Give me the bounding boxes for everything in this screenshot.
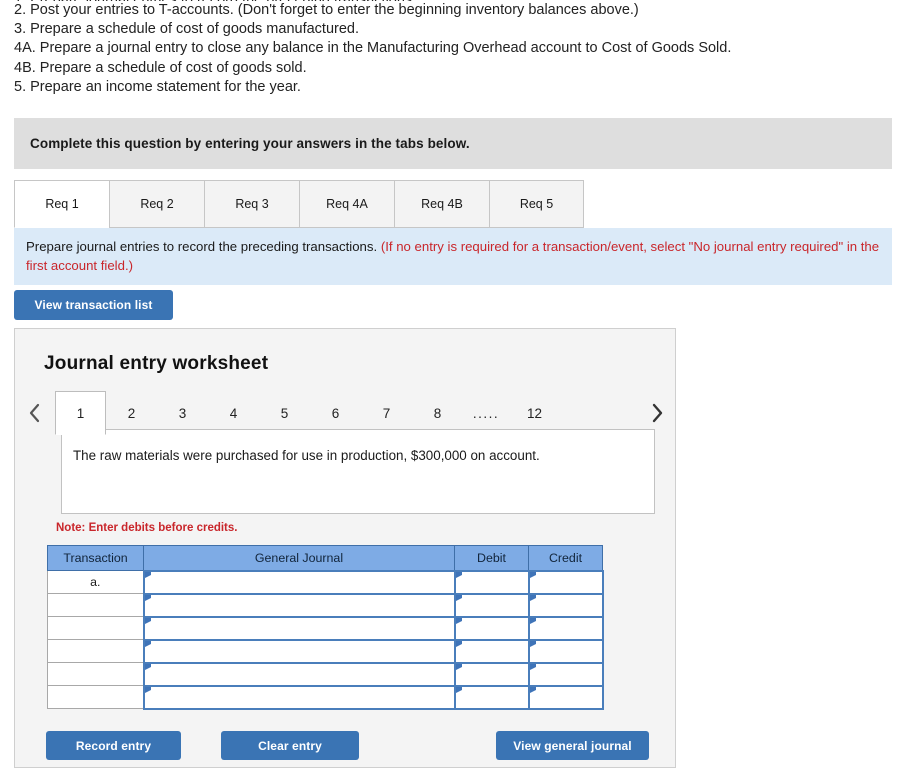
requirement-line-4a: 4A. Prepare a journal entry to close any…: [14, 39, 892, 58]
cell-transaction: [48, 640, 144, 663]
tab-req-4a[interactable]: Req 4A: [299, 180, 394, 228]
worksheet-title: Journal entry worksheet: [15, 329, 675, 375]
clear-entry-button[interactable]: Clear entry: [221, 731, 359, 760]
transaction-description-text: The raw materials were purchased for use…: [62, 430, 654, 465]
table-row: [48, 617, 603, 640]
cell-debit-input[interactable]: [455, 686, 529, 709]
cell-transaction: [48, 663, 144, 686]
requirements-list: 1. Prepare journal entries to record the…: [0, 0, 892, 97]
journal-entry-table: Transaction General Journal Debit Credit…: [47, 545, 604, 710]
cell-credit-input[interactable]: [529, 571, 603, 594]
dropdown-triangle-icon: [530, 618, 536, 624]
banner-text: Complete this question by entering your …: [14, 136, 470, 151]
tab-req-5[interactable]: Req 5: [489, 180, 584, 228]
requirement-tabs: Req 1 Req 2 Req 3 Req 4A Req 4B Req 5: [14, 180, 584, 228]
column-header-transaction: Transaction: [48, 546, 144, 571]
cell-credit-input[interactable]: [529, 663, 603, 686]
dropdown-triangle-icon: [456, 664, 462, 670]
requirement-line-4b: 4B. Prepare a schedule of cost of goods …: [14, 59, 892, 78]
cell-debit-input[interactable]: [455, 640, 529, 663]
dropdown-triangle-icon: [456, 595, 462, 601]
complete-question-banner: Complete this question by entering your …: [14, 118, 892, 169]
cell-transaction: [48, 594, 144, 617]
dropdown-triangle-icon: [145, 641, 151, 647]
view-transaction-list-button[interactable]: View transaction list: [14, 290, 173, 320]
cell-transaction: [48, 617, 144, 640]
dropdown-triangle-icon: [530, 641, 536, 647]
dropdown-triangle-icon: [456, 572, 462, 578]
tab-req-3[interactable]: Req 3: [204, 180, 299, 228]
dropdown-triangle-icon: [530, 595, 536, 601]
table-header-row: Transaction General Journal Debit Credit: [48, 546, 603, 571]
cell-general-journal-input[interactable]: [144, 663, 455, 686]
instruction-main: Prepare journal entries to record the pr…: [26, 239, 377, 254]
column-header-general-journal: General Journal: [144, 546, 455, 571]
journal-entry-worksheet-panel: Journal entry worksheet 1 2 3 4 5 6 7 8 …: [14, 328, 676, 768]
cell-debit-input[interactable]: [455, 571, 529, 594]
dropdown-triangle-icon: [145, 618, 151, 624]
dropdown-triangle-icon: [456, 687, 462, 693]
tab-req-4b[interactable]: Req 4B: [394, 180, 489, 228]
cell-general-journal-input[interactable]: [144, 617, 455, 640]
cell-general-journal-input[interactable]: [144, 594, 455, 617]
requirement-line-5: 5. Prepare an income statement for the y…: [14, 78, 892, 97]
dropdown-triangle-icon: [145, 572, 151, 578]
tab-req-1[interactable]: Req 1: [14, 180, 109, 228]
tab-req-2[interactable]: Req 2: [109, 180, 204, 228]
cell-general-journal-input[interactable]: [144, 571, 455, 594]
dropdown-triangle-icon: [145, 687, 151, 693]
cell-credit-input[interactable]: [529, 686, 603, 709]
transaction-description-box: The raw materials were purchased for use…: [61, 429, 655, 514]
cell-credit-input[interactable]: [529, 617, 603, 640]
table-row: [48, 640, 603, 663]
cell-debit-input[interactable]: [455, 617, 529, 640]
debits-before-credits-note: Note: Enter debits before credits.: [56, 522, 237, 534]
pager-page-1[interactable]: 1: [55, 391, 106, 435]
view-general-journal-button[interactable]: View general journal: [496, 731, 649, 760]
dropdown-triangle-icon: [145, 595, 151, 601]
dropdown-triangle-icon: [530, 572, 536, 578]
cell-general-journal-input[interactable]: [144, 640, 455, 663]
cell-debit-input[interactable]: [455, 663, 529, 686]
cell-credit-input[interactable]: [529, 640, 603, 663]
requirement-line-3: 3. Prepare a schedule of cost of goods m…: [14, 20, 892, 39]
cell-debit-input[interactable]: [455, 594, 529, 617]
requirement-line-2: 2. Post your entries to T-accounts. (Don…: [14, 1, 892, 20]
cell-transaction: a.: [48, 571, 144, 594]
table-row: [48, 663, 603, 686]
column-header-debit: Debit: [455, 546, 529, 571]
chevron-left-icon[interactable]: [15, 391, 55, 435]
table-row: a.: [48, 571, 603, 594]
cell-credit-input[interactable]: [529, 594, 603, 617]
dropdown-triangle-icon: [456, 641, 462, 647]
cell-transaction: [48, 686, 144, 709]
table-row: [48, 594, 603, 617]
column-header-credit: Credit: [529, 546, 603, 571]
cell-general-journal-input[interactable]: [144, 686, 455, 709]
dropdown-triangle-icon: [530, 664, 536, 670]
record-entry-button[interactable]: Record entry: [46, 731, 181, 760]
dropdown-triangle-icon: [145, 664, 151, 670]
dropdown-triangle-icon: [530, 687, 536, 693]
instruction-strip: Prepare journal entries to record the pr…: [14, 228, 892, 285]
table-row: [48, 686, 603, 709]
dropdown-triangle-icon: [456, 618, 462, 624]
